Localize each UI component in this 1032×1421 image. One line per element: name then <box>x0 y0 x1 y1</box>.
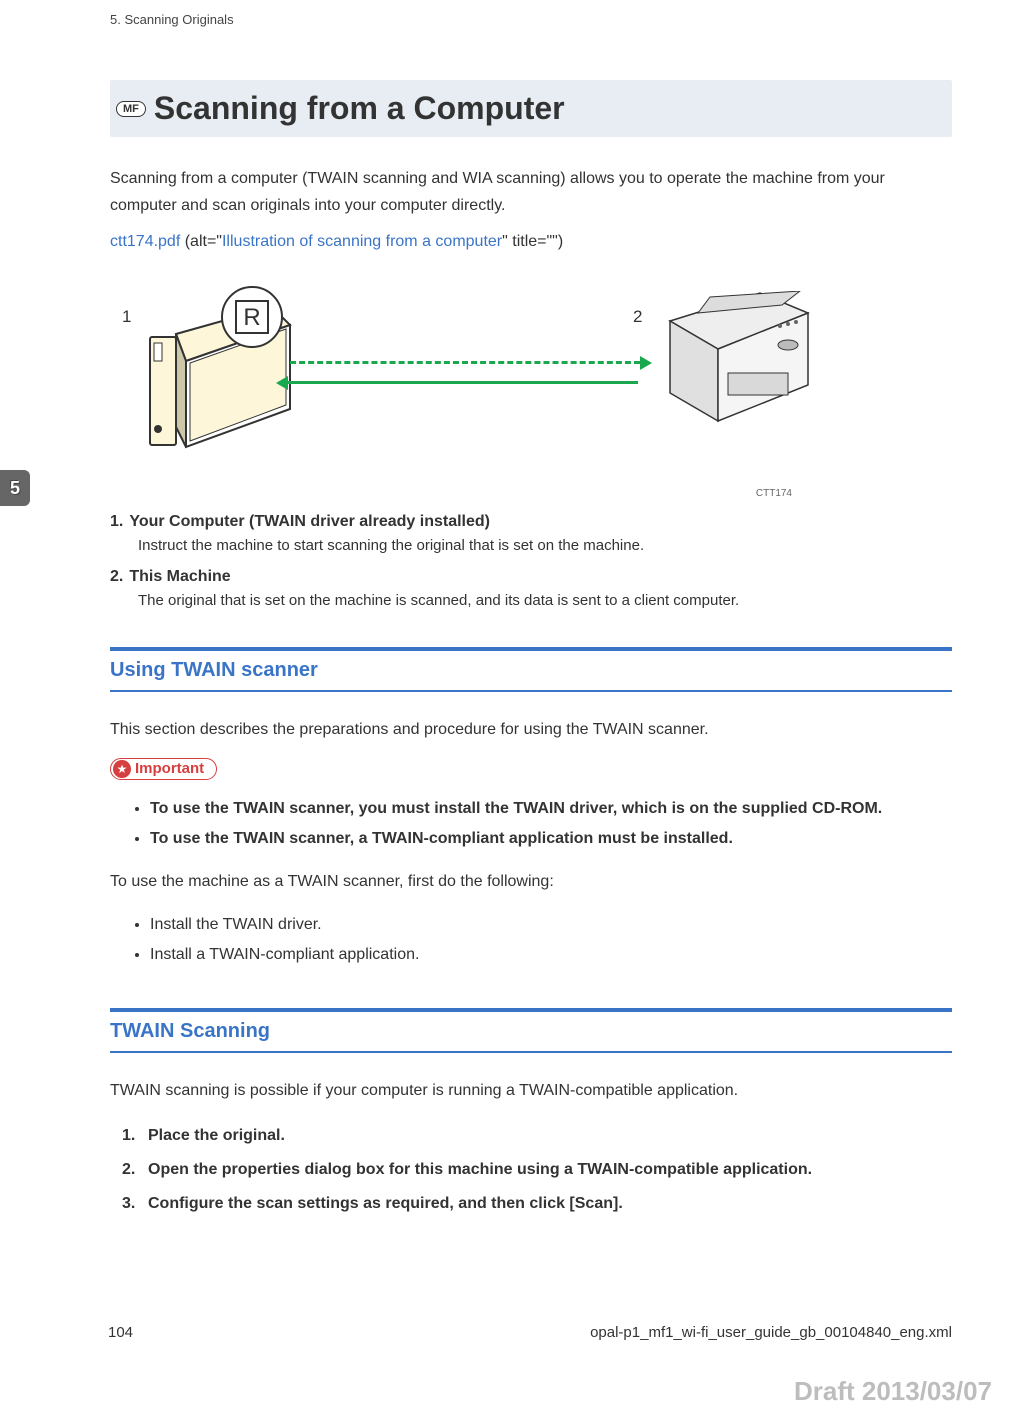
important-label: Important <box>135 760 204 777</box>
link-alt[interactable]: Illustration of scanning from a computer <box>222 233 502 250</box>
svg-text:R: R <box>243 304 260 331</box>
section2-steps: 1. Place the original. 2. Open the propert… <box>110 1119 952 1221</box>
draft-watermark: Draft 2013/03/07 <box>794 1376 992 1407</box>
intro-paragraph: Scanning from a computer (TWAIN scanning… <box>110 165 952 219</box>
def-desc: The original that is set on the machine … <box>110 592 952 609</box>
list-item: Install the TWAIN driver. <box>150 910 952 940</box>
step-text: Place the original. <box>148 1127 285 1144</box>
page-number: 104 <box>108 1324 133 1341</box>
def-num: 2. <box>110 568 129 585</box>
step-num: 2. <box>122 1161 135 1179</box>
mf-badge: MF <box>116 101 146 117</box>
section1-followup: To use the machine as a TWAIN scanner, f… <box>110 868 952 895</box>
step-item: 2. Open the properties dialog box for thi… <box>122 1153 952 1187</box>
section-heading-twain-scanner: Using TWAIN scanner <box>110 647 952 692</box>
star-icon: ★ <box>113 760 131 778</box>
arrow-send-icon <box>290 361 640 364</box>
step-item: 1. Place the original. <box>122 1119 952 1153</box>
arrow-return-icon <box>288 381 638 384</box>
section1-intro: This section describes the preparations … <box>110 716 952 743</box>
step-text: Open the properties dialog box for this … <box>148 1161 812 1178</box>
chapter-tab: 5 <box>0 470 30 506</box>
footer: 104 opal-p1_mf1_wi-fi_user_guide_gb_0010… <box>108 1324 952 1341</box>
step-num: 1. <box>122 1127 135 1145</box>
def-title: This Machine <box>129 568 230 585</box>
important-badge: ★ Important <box>110 758 217 780</box>
illustration-label-1: 1 <box>122 307 131 327</box>
section-heading-twain-scanning: TWAIN Scanning <box>110 1008 952 1053</box>
def-title: Your Computer (TWAIN driver already inst… <box>129 513 490 530</box>
link-line: ctt174.pdf (alt="Illustration of scannin… <box>110 233 952 251</box>
list-item: To use the TWAIN scanner, you must insta… <box>150 794 952 824</box>
definition-item: 1.Your Computer (TWAIN driver already in… <box>110 513 952 554</box>
important-bullets: To use the TWAIN scanner, you must insta… <box>110 794 952 855</box>
computer-icon: R <box>142 279 292 454</box>
step-item: 3. Configure the scan settings as require… <box>122 1187 952 1221</box>
link-mid2: " title="") <box>502 233 563 250</box>
list-item: Install a TWAIN-compliant application. <box>150 940 952 970</box>
def-desc: Instruct the machine to start scanning t… <box>110 537 952 554</box>
link-file[interactable]: ctt174.pdf <box>110 233 180 250</box>
section1-steps: Install the TWAIN driver. Install a TWAI… <box>110 910 952 971</box>
link-mid1: (alt=" <box>180 233 222 250</box>
definition-list: 1.Your Computer (TWAIN driver already in… <box>110 513 952 609</box>
illustration: 1 2 R <box>110 269 952 484</box>
page-content: MF Scanning from a Computer Scanning fro… <box>110 80 952 1221</box>
def-num: 1. <box>110 513 129 530</box>
list-item: To use the TWAIN scanner, a TWAIN-compli… <box>150 824 952 854</box>
step-num: 3. <box>122 1195 135 1213</box>
printer-icon <box>650 291 810 431</box>
illustration-caption: CTT174 <box>110 488 952 499</box>
running-header: 5. Scanning Originals <box>110 12 234 27</box>
definition-item: 2.This Machine The original that is set … <box>110 568 952 609</box>
source-file: opal-p1_mf1_wi-fi_user_guide_gb_00104840… <box>590 1324 952 1341</box>
title-block: MF Scanning from a Computer <box>110 80 952 137</box>
step-text: Configure the scan settings as required,… <box>148 1195 623 1212</box>
section2-intro: TWAIN scanning is possible if your compu… <box>110 1077 952 1104</box>
illustration-label-2: 2 <box>633 307 642 327</box>
page-title: Scanning from a Computer <box>154 90 565 127</box>
